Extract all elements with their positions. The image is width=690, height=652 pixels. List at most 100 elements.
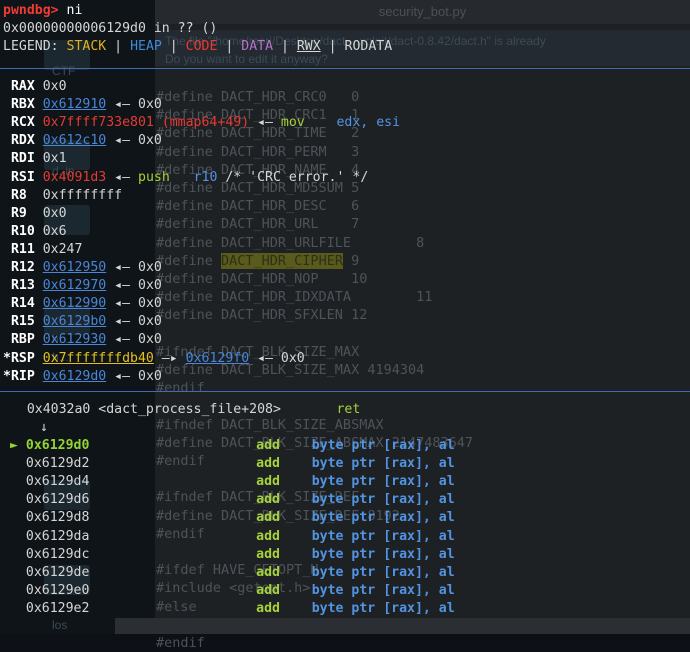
disasm-operands: byte ptr [rax], al: [311, 600, 455, 616]
legend-separator: |: [217, 39, 242, 54]
register-value: 0x0: [138, 296, 162, 312]
disasm-operands: byte ptr [rax], al: [311, 546, 455, 562]
disasm-row: 0x6129d6 add byte ptr [rax], al: [10, 491, 455, 509]
location-line: 0x00000000006129d0 in ?? (): [3, 21, 218, 36]
register-value: 0x7ffff733e801 (mmap64+49): [42, 115, 250, 131]
register-name: R8: [3, 187, 43, 203]
disasm-gap: [89, 583, 256, 598]
legend-code: CODE: [185, 39, 218, 54]
legend-line: LEGEND: STACK | HEAP | CODE | DATA | RWX…: [3, 38, 392, 56]
register-value: /* 'CRC error.' */: [217, 169, 369, 185]
disasm-operands: byte ptr [rax], al: [311, 474, 455, 490]
register-value: 0x0: [138, 133, 162, 149]
disasm-gap: [280, 583, 312, 598]
disasm-row: 0x6129d2 add byte ptr [rax], al: [10, 455, 455, 473]
legend-separator: |: [106, 39, 131, 54]
register-row: R15 0x6129b0 ◂— 0x0: [3, 313, 162, 331]
disasm-gap: [89, 492, 256, 507]
disasm-operands: byte ptr [rax], al: [311, 564, 455, 580]
register-value: push: [138, 169, 170, 185]
register-value: 0x6129d0: [42, 368, 107, 384]
disasm-address: 0x6129e2: [10, 600, 90, 616]
disasm-row: 0x6129e0 add byte ptr [rax], al: [10, 582, 455, 600]
register-name: R15: [3, 314, 43, 330]
register-row: RDI 0x1: [3, 150, 67, 168]
command-text: ni: [58, 3, 83, 18]
legend-rwx: RWX: [296, 39, 321, 54]
disasm-address: 0x6129d2: [10, 456, 90, 472]
disasm-mnemonic: add: [256, 510, 280, 526]
register-name: R11: [3, 241, 43, 257]
register-value: 0x1: [42, 151, 67, 167]
register-value: 0x0: [138, 97, 162, 113]
terminal[interactable]: pwndbg> ni 0x00000000006129d0 in ?? () L…: [0, 0, 690, 634]
disasm-gap: [280, 565, 312, 580]
register-value: 0x612950: [42, 260, 107, 275]
register-value: 0xffffffff: [42, 187, 123, 203]
section-divider: [0, 68, 690, 69]
disasm-address: 0x4032a0 <dact_process_file+208>: [3, 402, 337, 417]
register-name: RCX: [3, 115, 43, 131]
disasm-mnemonic: add: [256, 438, 280, 453]
legend-separator: |: [320, 39, 345, 54]
disasm-gap: [89, 529, 256, 544]
legend-separator: |: [273, 39, 297, 54]
register-name: *RIP: [3, 368, 43, 384]
disasm-gap: [89, 474, 256, 489]
register-value: ◂—: [249, 350, 281, 366]
register-value: 0x612930: [42, 332, 107, 348]
register-value: ◂—: [106, 260, 138, 275]
disasm-address: 0x6129dc: [10, 546, 90, 562]
code-line: #endif: [156, 634, 205, 652]
register-value: ◂—: [106, 296, 138, 312]
disasm-mnemonic: add: [256, 546, 280, 562]
disasm-gap: [89, 565, 256, 580]
register-value: edx, esi: [304, 115, 401, 131]
disasm-mnemonic: add: [256, 564, 280, 580]
register-value: 0x0: [138, 368, 162, 384]
register-row: RSI 0x4091d3 ◂— push r10 /* 'CRC error.'…: [3, 169, 368, 187]
register-row: RCX 0x7ffff733e801 (mmap64+49) ◂— mov ed…: [3, 114, 400, 132]
section-divider: [0, 391, 690, 392]
register-value: ◂—: [106, 97, 138, 113]
down-arrow-icon: ↓: [40, 420, 48, 435]
register-value: 0x0: [280, 350, 305, 366]
disasm-mnemonic: add: [256, 528, 280, 544]
register-name: R12: [3, 260, 43, 275]
register-row: R8 0xffffffff: [3, 187, 122, 205]
register-value: ◂—: [106, 314, 138, 330]
register-name: RAX: [3, 79, 43, 94]
disasm-mnemonic: add: [256, 474, 280, 490]
register-value: ◂—: [106, 368, 138, 384]
disasm-gap: [280, 492, 312, 507]
register-value: 0x6129b0: [42, 314, 107, 330]
disasm-address: 0x6129da: [10, 528, 90, 544]
register-row: R9 0x0: [3, 205, 67, 223]
legend-data: DATA: [241, 39, 274, 54]
register-row: RAX 0x0: [3, 78, 67, 96]
disasm-operands: byte ptr [rax], al: [311, 510, 455, 526]
disasm-mnemonic: add: [256, 456, 280, 472]
register-value: r10: [169, 169, 218, 185]
disasm-row: 0x6129d4 add byte ptr [rax], al: [10, 473, 455, 491]
register-row: R11 0x247: [3, 241, 82, 259]
register-value: ◂—: [249, 115, 281, 131]
register-value: 0x7fffffffdb40: [42, 350, 154, 366]
disasm-gap: [280, 601, 312, 616]
disasm-mnemonic: ret: [336, 402, 361, 417]
disasm-gap: [89, 456, 256, 471]
register-name: *RSP: [3, 350, 43, 366]
prompt-label: pwndbg>: [3, 3, 59, 18]
register-value: ◂—: [106, 133, 138, 149]
disasm-gap: [280, 510, 312, 525]
disasm-address: 0x6129d4: [10, 474, 90, 490]
disasm-row: 0x6129da add byte ptr [rax], al: [10, 528, 455, 546]
disasm-gap: [280, 529, 312, 544]
disasm-address: 0x6129e0: [10, 582, 90, 598]
register-value: 0x0: [138, 332, 162, 348]
register-name: R10: [3, 223, 43, 239]
disasm-row-prev: 0x4032a0 <dact_process_file+208> ret: [3, 401, 360, 419]
disasm-gap: [89, 438, 256, 453]
disasm-address: 0x6129d0: [17, 438, 90, 453]
disasm-gap: [280, 474, 312, 489]
